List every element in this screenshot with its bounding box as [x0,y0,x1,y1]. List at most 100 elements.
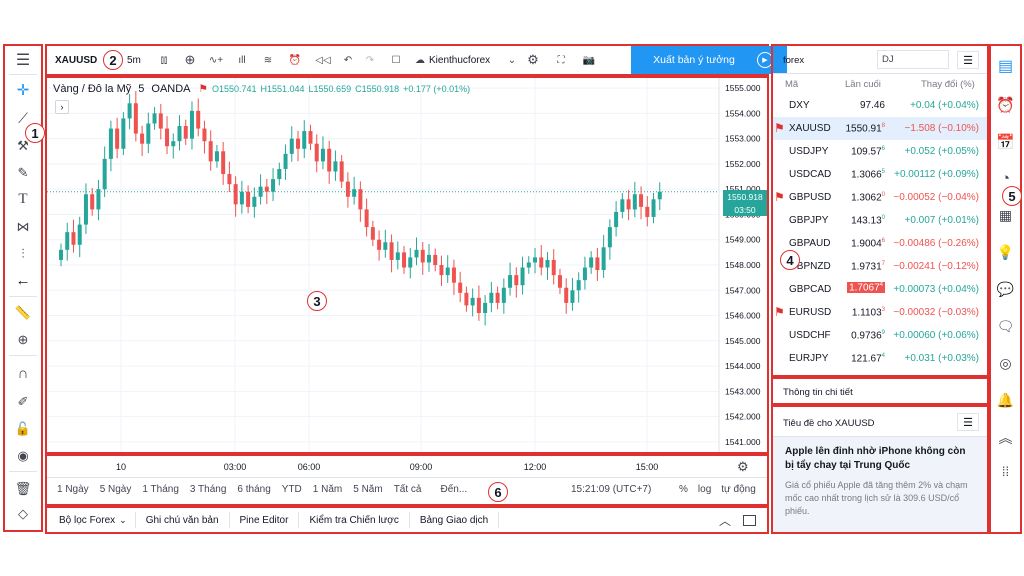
watchlist-row[interactable]: ⚑ EURUSD 1.11033 −0.00032 (−0.03%) [773,301,987,324]
candle-body [495,292,500,303]
watchlist-row[interactable]: USDCHF 0.97369 +0.00060 (+0.06%) [773,324,987,347]
candle-body [539,257,544,268]
watchlist-row[interactable]: USDJPY 109.576 +0.052 (+0.05%) [773,140,987,163]
watchlist-row[interactable]: EURJPY 121.674 +0.031 (+0.03%) [773,347,987,370]
watchlist-row[interactable]: USDCAD 1.30665 +0.00112 (+0.09%) [773,163,987,186]
time-axis[interactable]: 10 03:00 06:00 09:00 12:00 15:00 [47,456,767,478]
watchlist-row[interactable]: ⚑ GBPUSD 1.30620 −0.00052 (−0.04%) [773,186,987,209]
range-5y[interactable]: 5 Năm [353,484,382,495]
brush-icon[interactable]: ✎ [5,159,41,186]
flag-icon[interactable]: ⚑ [774,190,785,204]
layout-name[interactable]: Kienthucforex [429,55,505,66]
log-toggle[interactable]: log [698,484,711,495]
broadcast-icon[interactable]: ◎ [991,345,1020,382]
messages-icon[interactable]: 🗨 [991,308,1020,345]
clock[interactable]: 15:21:09 (UTC+7) [571,484,651,495]
range-1y[interactable]: 1 Năm [313,484,342,495]
pattern-icon[interactable]: ⋈ [5,213,41,240]
ruler-icon[interactable]: 📏 [5,299,41,326]
candle-body [108,128,113,159]
range-6m[interactable]: 6 tháng [237,484,270,495]
details-bar[interactable]: Thông tin chi tiết [771,377,989,405]
candlestick-chart[interactable]: 1555.0001554.0001553.0001552.0001551.000… [47,78,767,452]
range-goto[interactable]: Đến... [440,484,467,495]
tab-text-notes[interactable]: Ghi chú văn bản [136,515,229,526]
undo-icon[interactable]: ↶ [337,47,359,73]
watchlist-row[interactable]: GBPCAD 1.70674 +0.00073 (+0.04%) [773,278,987,301]
menu-icon[interactable]: ☰ [5,46,41,74]
col-last[interactable]: Lần cuối [845,79,881,90]
lock-drawing-icon[interactable]: ✐ [5,388,41,415]
layout-icon[interactable]: ☐ [381,47,411,73]
publish-idea-button[interactable]: Xuất bản ý tưởng ▶ [631,46,787,74]
eye-icon[interactable]: ◉ [5,442,41,469]
watchlist-row[interactable]: GBPAUD 1.90046 −0.00486 (−0.26%) [773,232,987,255]
favorites-icon[interactable]: ◇ [5,504,41,524]
collapse-panel-icon[interactable]: ︿ [719,512,731,529]
tab-strategy-tester[interactable]: Kiểm tra Chiến lược [299,515,408,526]
replay-icon[interactable]: ◁◁ [309,47,337,73]
indicators-icon[interactable]: ∿+ [203,47,229,73]
trash-icon[interactable]: 🗑 [5,474,41,504]
flag-icon[interactable]: ⚑ [199,83,208,95]
lightbulb-icon[interactable]: 💡 [991,234,1020,271]
compare-icon[interactable]: ⊕ [177,47,203,73]
camera-icon[interactable]: 📷 [575,47,603,73]
settings-gear-icon[interactable]: ⚙ [519,47,547,73]
watchlist-row[interactable]: ⚑ XAUUSD 1550.918 −1.508 (−0.10%) [773,117,987,140]
candle-body [314,143,319,162]
candle-type-icon[interactable]: ⫾⫾ [151,47,177,73]
chevron-down-icon[interactable]: ⌄ [505,47,519,73]
tab-forex-screener[interactable]: Bộ lọc Forex ⌄ [47,515,127,526]
chat-icon[interactable]: 💬 [991,271,1020,308]
range-5d[interactable]: 5 Ngày [100,484,132,495]
watchlist-search-input[interactable] [877,50,949,69]
crosshair-icon[interactable]: ✛ [5,75,41,105]
flag-icon[interactable]: ⚑ [774,121,785,135]
watchlist-icon[interactable]: ▤ [991,46,1020,86]
watchlist-row[interactable]: DXY 97.46 +0.04 (+0.04%) [773,94,987,117]
percent-toggle[interactable]: % [679,484,688,495]
range-3m[interactable]: 3 Tháng [190,484,227,495]
fullscreen-icon[interactable]: ⛶ [547,47,575,73]
watchlist-row[interactable]: GBPJPY 143.130 +0.007 (+0.01%) [773,209,987,232]
col-change[interactable]: Thay đổi (%) [921,79,975,90]
range-ytd[interactable]: YTD [282,484,302,495]
range-1m[interactable]: 1 Tháng [142,484,179,495]
flag-icon[interactable]: ⚑ [774,305,785,319]
tab-pine-editor[interactable]: Pine Editor [230,515,299,526]
watchlist-row[interactable]: GBPNZD 1.97317 −0.00241 (−0.12%) [773,255,987,278]
prediction-icon[interactable]: ⫶ [5,240,41,267]
chevrons-icon[interactable]: ︽ [991,419,1020,456]
auto-toggle[interactable]: tự động [721,484,756,495]
lock-icon[interactable]: 🔓 [5,415,41,442]
tab-trading-panel[interactable]: Bảng Giao dịch [410,515,498,526]
templates-icon[interactable]: ≋ [255,47,281,73]
range-all[interactable]: Tất cả [394,484,422,495]
col-symbol[interactable]: Mã [785,79,798,90]
interval-button[interactable]: 5m [127,55,151,66]
alert-icon[interactable]: ⏰ [281,47,309,73]
news-menu-icon[interactable]: ☰ [957,413,979,431]
axis-settings-gear-icon[interactable]: ⚙ [737,459,749,475]
symbol-search[interactable]: XAUUSD [55,55,101,66]
watchlist-menu-icon[interactable]: ☰ [957,51,979,69]
cloud-save-icon[interactable]: ☁ [411,47,429,73]
magnet-icon[interactable]: ∩ [5,358,41,388]
redo-icon[interactable]: ↷ [359,47,381,73]
more-apps-icon[interactable]: ⁞⁞ [991,456,1020,486]
alarm-clock-icon[interactable]: ⏰ [991,86,1020,123]
legend-expand-button[interactable]: › [55,100,69,114]
bell-icon[interactable]: 🔔 [991,382,1020,419]
maximize-panel-icon[interactable] [743,514,756,526]
zoom-in-icon[interactable]: ⊕ [5,326,41,353]
back-arrow-icon[interactable]: ← [5,267,41,294]
row-last: 143.130 [851,215,885,227]
candle-body [127,103,132,119]
watchlist-name[interactable]: forex [783,55,804,66]
calendar-icon[interactable]: 📅 [991,123,1020,160]
text-tool-icon[interactable]: T [5,186,41,213]
range-1d[interactable]: 1 Ngày [57,484,89,495]
financials-icon[interactable]: ıll [229,47,255,73]
news-title[interactable]: Apple lên đỉnh nhờ iPhone không còn bị t… [785,445,971,473]
